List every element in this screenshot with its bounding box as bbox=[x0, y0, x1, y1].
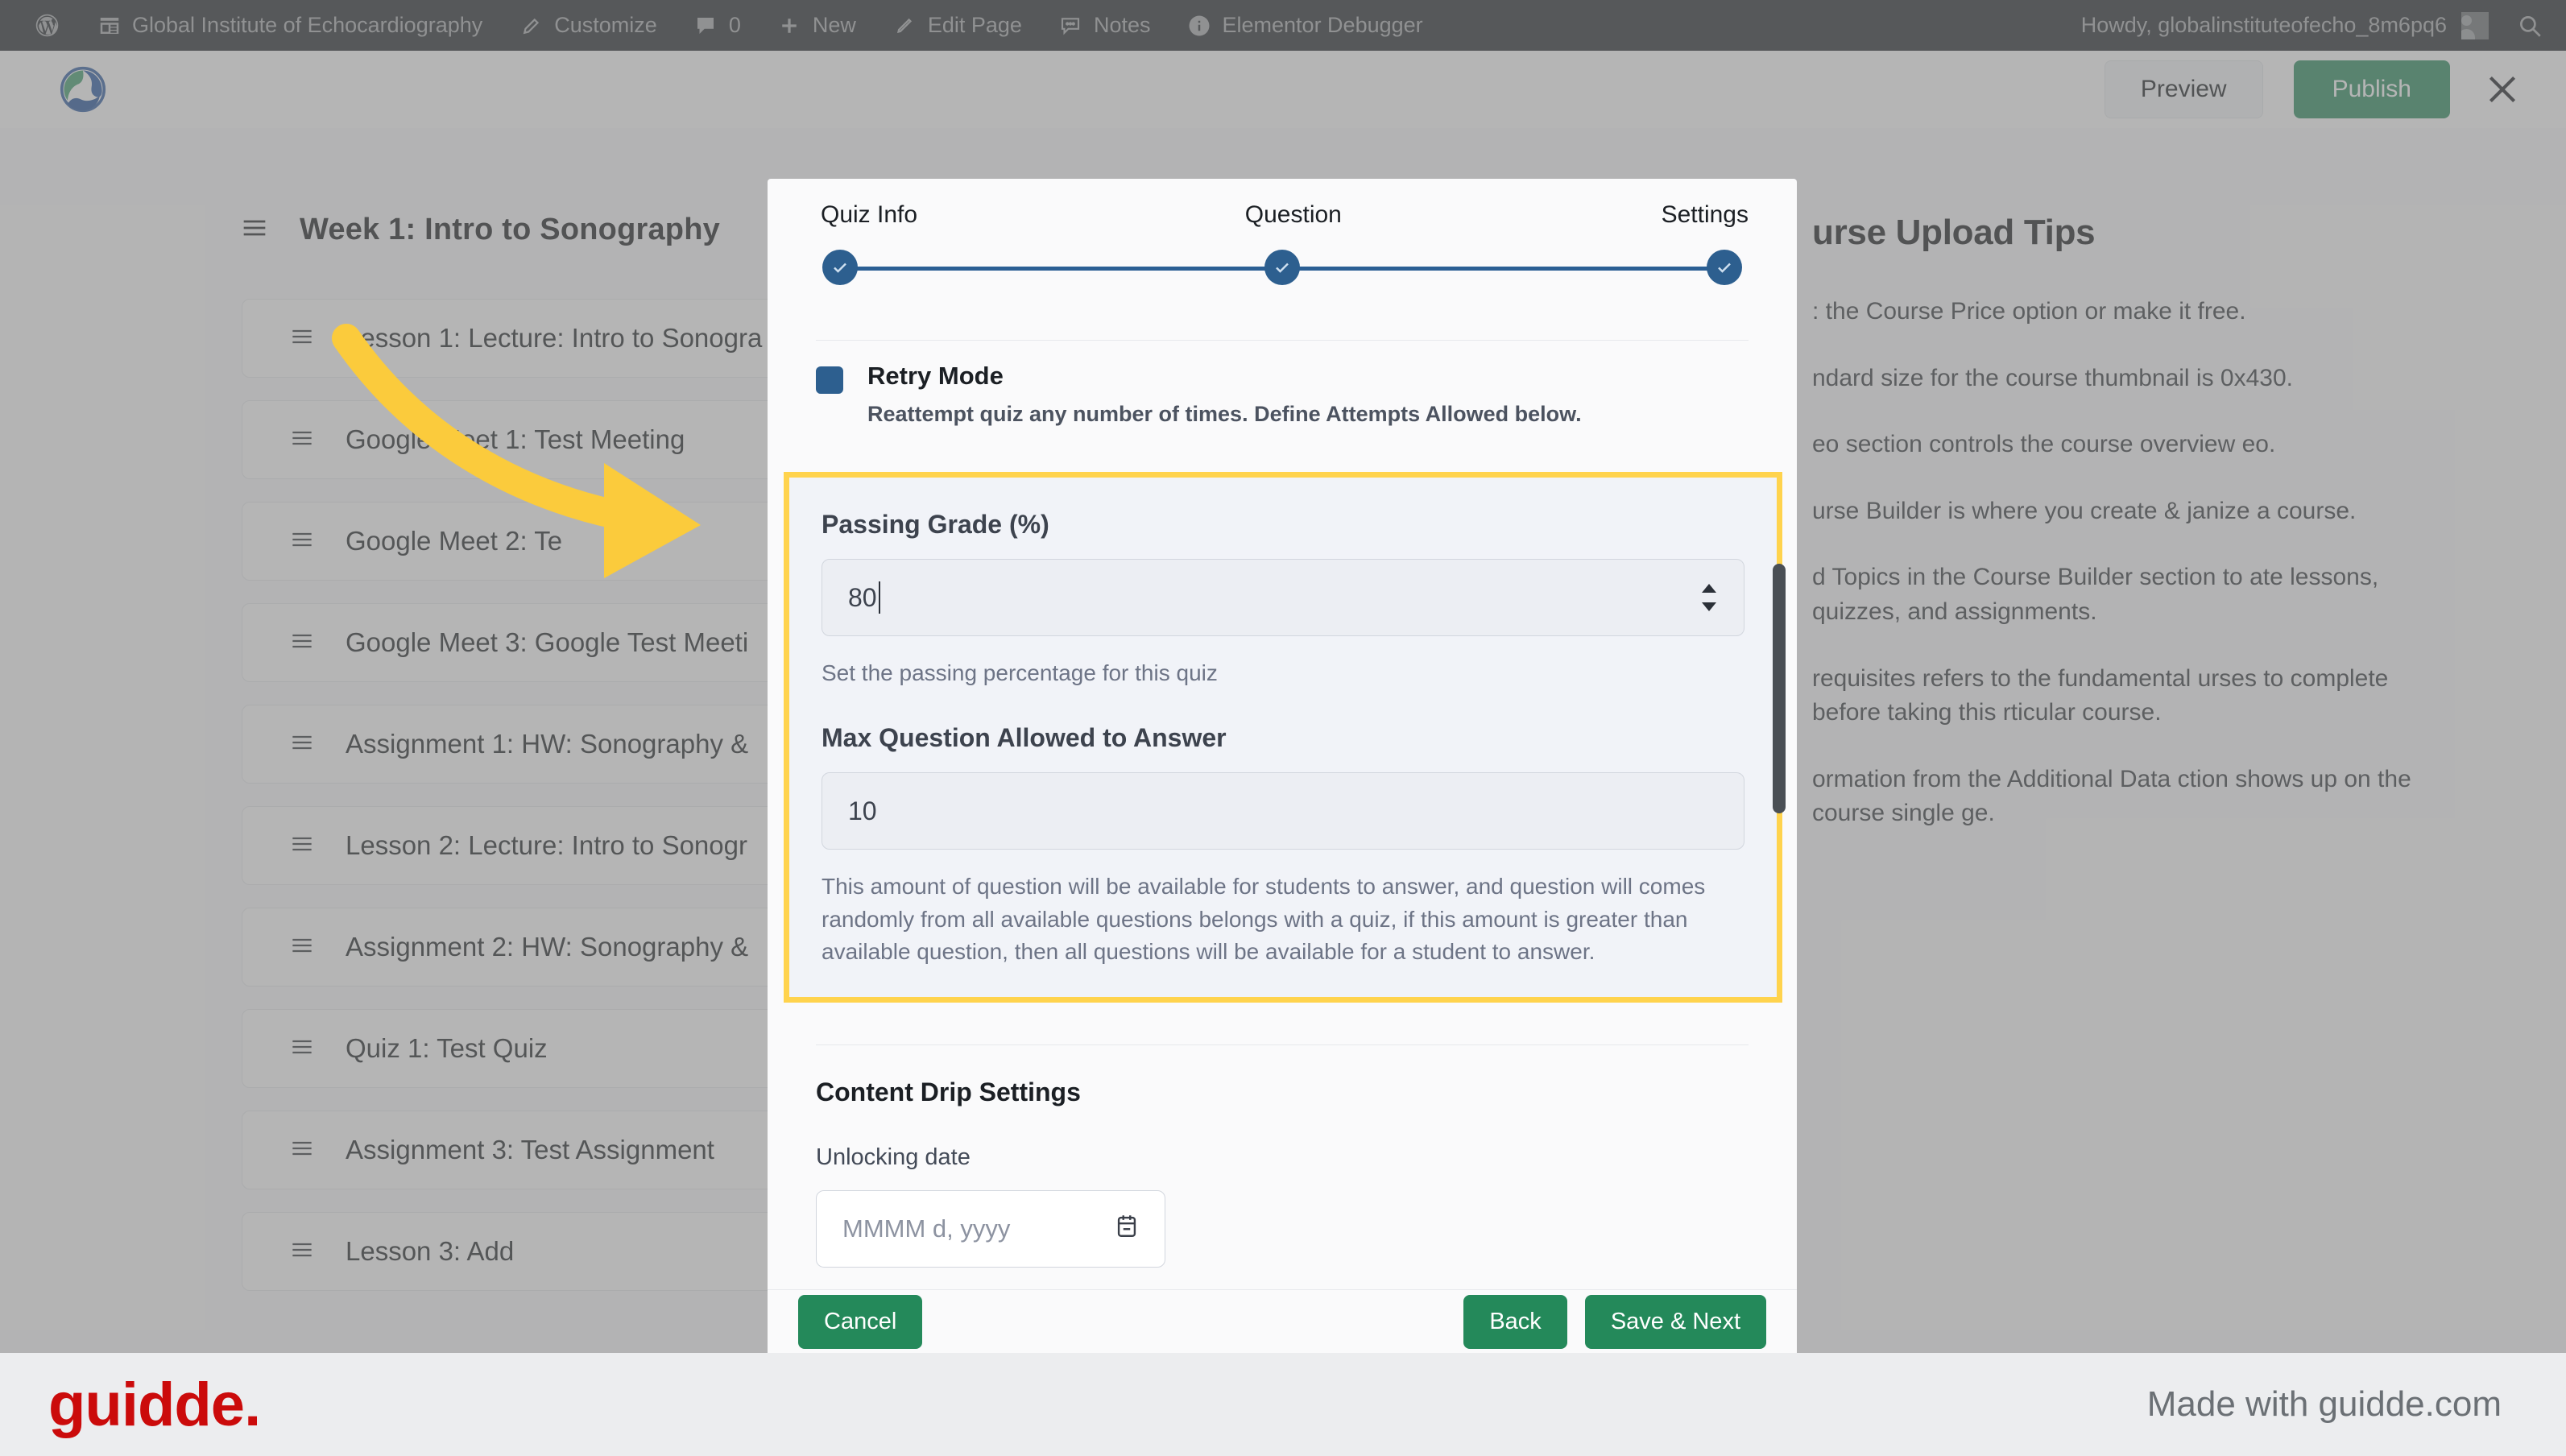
step-label-question[interactable]: Question bbox=[1245, 201, 1342, 229]
unlocking-date-label: Unlocking date bbox=[816, 1144, 971, 1171]
step-dot-quiz-info[interactable] bbox=[822, 250, 858, 285]
screenshot-root: Global Institute of Echocardiography Cus… bbox=[0, 0, 2566, 1456]
passing-grade-value: 80 bbox=[848, 582, 877, 612]
guidde-footer: guidde. Made with guidde.com bbox=[0, 1353, 2566, 1456]
text-caret bbox=[878, 581, 880, 614]
modal-scrollbar-thumb[interactable] bbox=[1773, 564, 1786, 813]
retry-mode-checkbox[interactable] bbox=[816, 366, 843, 394]
max-question-label: Max Question Allowed to Answer bbox=[822, 723, 1227, 753]
content-drip-title: Content Drip Settings bbox=[816, 1078, 1081, 1107]
modal-stepper: Quiz Info Question Settings bbox=[768, 179, 1797, 285]
stepper-labels: Quiz Info Question Settings bbox=[816, 201, 1749, 229]
step-dot-question[interactable] bbox=[1264, 250, 1300, 285]
retry-mode-label: Retry Mode bbox=[867, 362, 1004, 390]
stepper-dots-row bbox=[816, 250, 1749, 287]
made-with-guidde-label: Made with guidde.com bbox=[2146, 1384, 2502, 1424]
modal-content: Retry Mode Reattempt quiz any number of … bbox=[768, 340, 1797, 1268]
max-question-input[interactable]: 10 bbox=[822, 772, 1744, 850]
content-drip-section: Content Drip Settings Unlocking date MMM… bbox=[816, 1044, 1749, 1268]
retry-mode-description: Reattempt quiz any number of times. Defi… bbox=[867, 402, 1582, 426]
modal-footer: Cancel Back Save & Next bbox=[768, 1289, 1797, 1353]
calendar-icon[interactable] bbox=[1113, 1212, 1140, 1246]
passing-grade-help: Set the passing percentage for this quiz bbox=[822, 660, 1218, 685]
quiz-settings-modal: Quiz Info Question Settings Retry Mode R… bbox=[768, 179, 1797, 1353]
step-label-quiz-info[interactable]: Quiz Info bbox=[821, 201, 917, 229]
unlocking-date-input[interactable]: MMMM d, yyyy bbox=[816, 1190, 1165, 1268]
modal-scroll-viewport: Retry Mode Reattempt quiz any number of … bbox=[768, 301, 1797, 1289]
guidde-logo: guidde. bbox=[48, 1370, 261, 1439]
back-button[interactable]: Back bbox=[1463, 1294, 1567, 1349]
step-label-settings[interactable]: Settings bbox=[1662, 201, 1749, 229]
passing-grade-input[interactable]: 80 bbox=[822, 559, 1744, 636]
number-stepper-icon[interactable] bbox=[1702, 584, 1716, 611]
step-dot-settings[interactable] bbox=[1707, 250, 1742, 285]
save-and-next-button[interactable]: Save & Next bbox=[1584, 1294, 1766, 1349]
unlocking-date-placeholder: MMMM d, yyyy bbox=[842, 1214, 1011, 1243]
retry-mode-row: Retry Mode Reattempt quiz any number of … bbox=[816, 340, 1749, 454]
max-question-help: This amount of question will be availabl… bbox=[822, 874, 1706, 964]
max-question-value: 10 bbox=[848, 796, 877, 825]
passing-grade-label: Passing Grade (%) bbox=[822, 510, 1049, 539]
browser-page: Global Institute of Echocardiography Cus… bbox=[0, 0, 2566, 1353]
cancel-button[interactable]: Cancel bbox=[798, 1294, 923, 1349]
highlighted-settings-region: Passing Grade (%) 80 Set the passing per… bbox=[784, 472, 1782, 1003]
